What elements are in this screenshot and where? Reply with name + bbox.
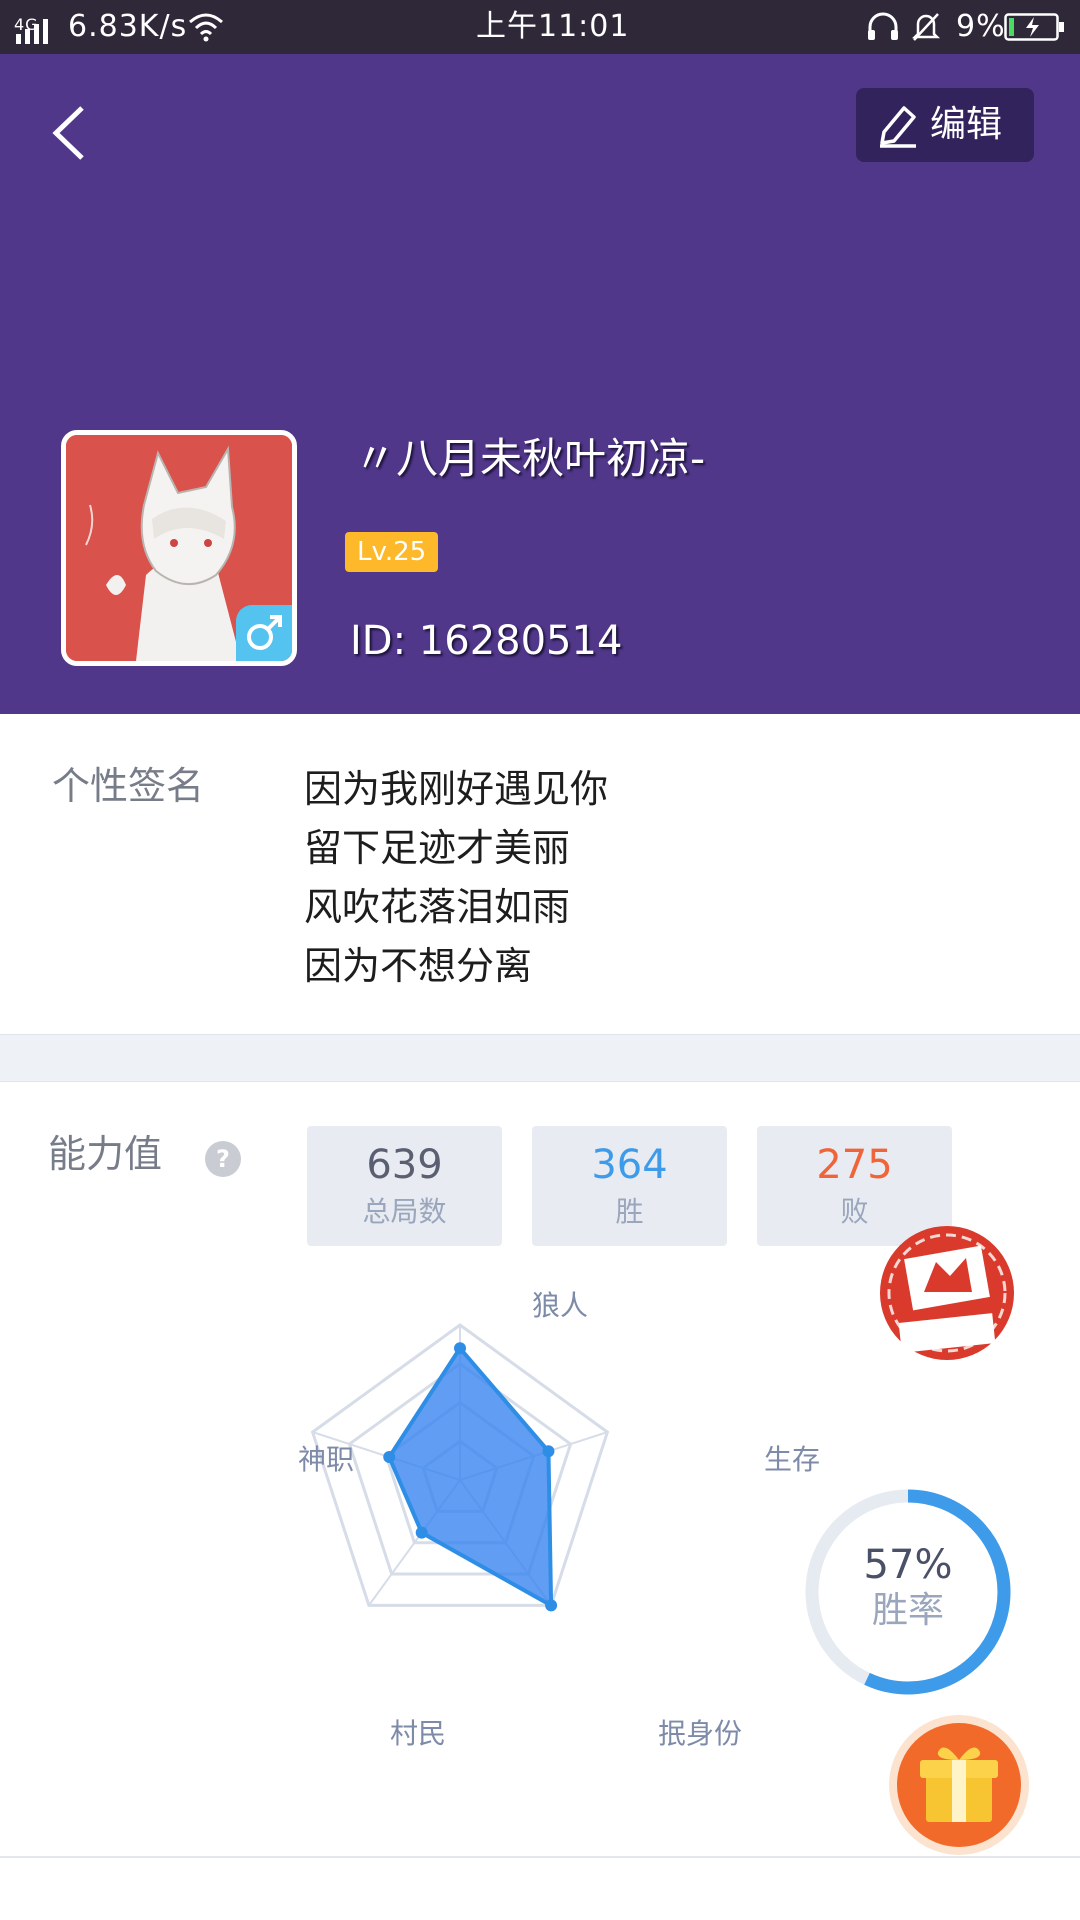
radar-point [545, 1599, 558, 1612]
signature-text: 因为我刚好遇见你 留下足迹才美丽 风吹花落泪如雨 因为不想分离 [304, 760, 608, 996]
ability-label: 能力值 [48, 1132, 163, 1176]
section-divider [0, 1034, 1080, 1082]
signal-icon [16, 19, 48, 44]
help-icon[interactable]: ? [205, 1141, 241, 1177]
radar-point [542, 1445, 555, 1458]
radar-label-villager: 村民 [390, 1717, 447, 1750]
radar-label-identity: 抿身份 [658, 1717, 743, 1750]
stat-wins: 364 胜 [532, 1126, 727, 1246]
back-arrow-icon [52, 106, 84, 160]
battery-percent: 9% [956, 9, 1006, 44]
signature-line: 留下足迹才美丽 [304, 826, 571, 870]
signature-label: 个性签名 [52, 764, 205, 808]
radar-area [386, 1344, 554, 1609]
headphones-icon [868, 12, 898, 40]
win-rate-value: 57% [863, 1542, 953, 1588]
stat-value: 639 [366, 1142, 443, 1188]
signature-line: 因为我刚好遇见你 [304, 767, 609, 811]
gift-button[interactable] [886, 1712, 1032, 1858]
radar-point [454, 1342, 466, 1355]
ability-radar-chart: 狼人 生存 抿身份 村民 神职 [280, 1290, 820, 1750]
stat-label: 胜 [615, 1195, 644, 1228]
radar-point [415, 1526, 428, 1539]
profile-header: 编辑 〃八月未秋叶初凉- Lv.25 ID: 16280514 [0, 54, 1080, 714]
stat-label: 总局数 [362, 1195, 447, 1228]
pencil-icon [880, 106, 916, 148]
mute-bell-icon [911, 13, 941, 41]
stat-value: 275 [816, 1142, 893, 1188]
male-icon [247, 615, 282, 650]
radar-label-survival: 生存 [764, 1443, 821, 1476]
battery-icon [1004, 13, 1064, 41]
status-bar: 4G 6.83K/s 上午11:01 9% [0, 0, 1080, 54]
user-id-value: 16280514 [418, 618, 623, 664]
signature-line: 因为不想分离 [304, 944, 533, 988]
werewolf-stamp-logo [876, 1222, 1018, 1364]
user-id-label: ID: [350, 618, 407, 664]
network-speed: 6.83K/s [68, 9, 188, 44]
section-divider-line [0, 1856, 1080, 1858]
male-badge [236, 605, 292, 661]
level-badge: Lv.25 [345, 532, 439, 572]
stat-value: 364 [591, 1142, 668, 1188]
stat-total-games: 639 总局数 [307, 1126, 502, 1246]
back-button[interactable] [46, 96, 102, 170]
avatar[interactable] [61, 430, 297, 666]
gift-icon [889, 1715, 1029, 1855]
edit-label: 编辑 [930, 104, 1003, 145]
radar-label-werewolf: 狼人 [532, 1289, 589, 1322]
edit-button[interactable]: 编辑 [856, 88, 1034, 162]
signature-line: 风吹花落泪如雨 [304, 885, 571, 929]
win-rate-ring: 57% 胜率 [800, 1484, 1016, 1700]
radar-label-god: 神职 [298, 1443, 355, 1476]
nickname: 〃八月未秋叶初凉- [354, 434, 706, 483]
user-id: ID: 16280514 [350, 616, 622, 666]
radar-point [383, 1451, 396, 1464]
clock: 上午11:01 [476, 9, 630, 44]
wifi-icon [189, 13, 223, 42]
win-rate-label: 胜率 [871, 1590, 944, 1631]
